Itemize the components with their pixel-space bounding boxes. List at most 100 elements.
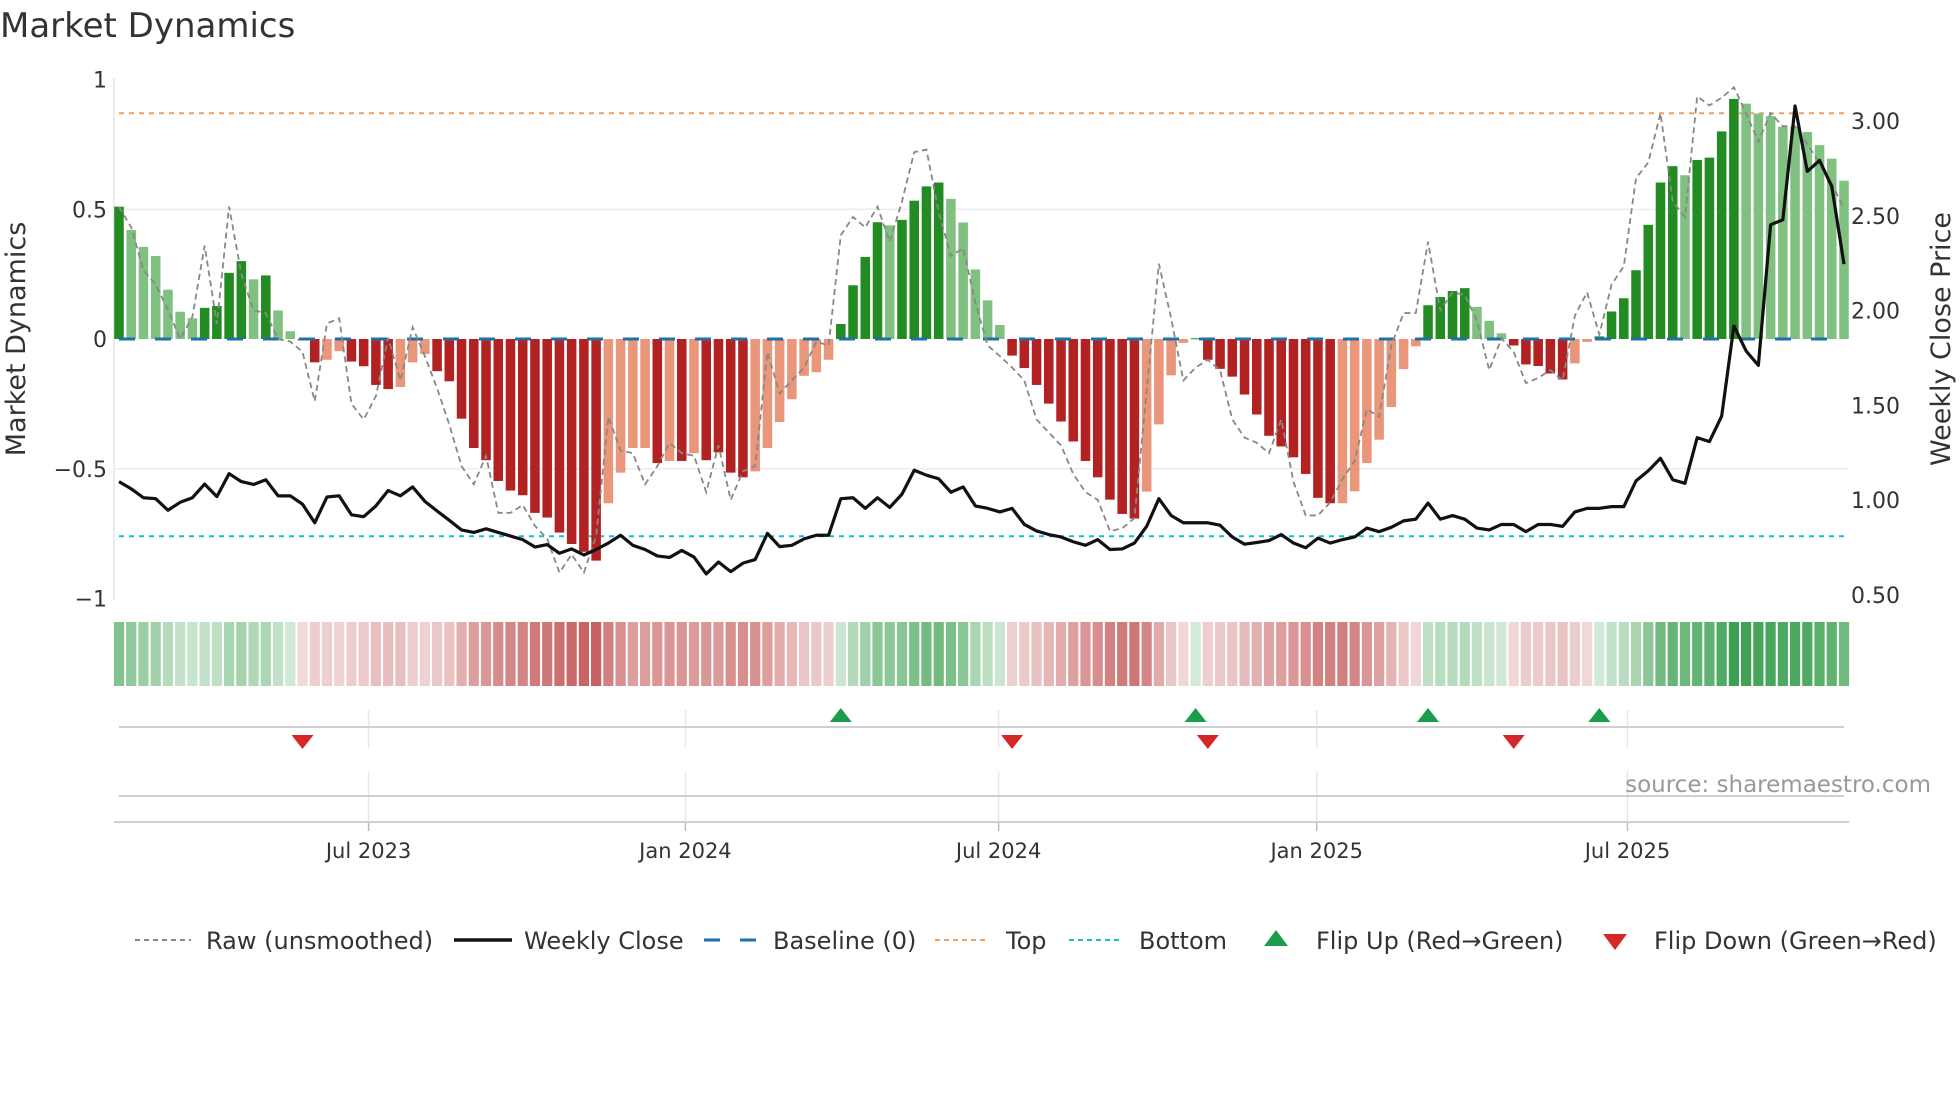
bar	[738, 339, 748, 478]
heatmap-cell	[823, 622, 834, 686]
bar	[493, 339, 504, 481]
heatmap-cell	[1043, 622, 1054, 686]
legend-flip-down-icon	[1603, 934, 1627, 950]
bar	[285, 331, 296, 339]
heatmap-cell	[1006, 622, 1018, 686]
heatmap-cell	[1545, 622, 1556, 686]
bar	[1117, 339, 1127, 514]
heatmap-cell	[1704, 622, 1715, 686]
right-tick-label: 1.50	[1851, 394, 1900, 419]
heatmap-cell	[1520, 622, 1532, 686]
heatmap-cell	[1471, 622, 1483, 686]
heatmap-cell	[1019, 622, 1030, 686]
heatmap-cell	[909, 622, 920, 686]
legend-flip-up-icon	[1264, 930, 1288, 946]
heatmap-cell	[285, 622, 296, 686]
heatmap-cell	[517, 622, 528, 686]
x-tick-label: Jul 2024	[954, 839, 1041, 863]
bar	[897, 219, 907, 339]
heatmap-cell	[627, 622, 638, 686]
heatmap-cell	[970, 622, 981, 686]
heatmap-cell	[835, 622, 846, 686]
heatmap-cell	[1202, 622, 1213, 686]
bar	[872, 222, 883, 339]
heatmap-cell	[1459, 622, 1470, 686]
heatmap-cell	[1838, 622, 1850, 686]
bar	[1203, 339, 1213, 360]
bar	[1643, 224, 1654, 339]
bar	[1741, 103, 1751, 339]
bar	[787, 339, 797, 400]
heatmap-cell	[1239, 622, 1250, 686]
bar	[664, 339, 675, 461]
heatmap-cell	[1129, 622, 1140, 686]
bar	[982, 300, 993, 339]
heatmap-cell	[431, 622, 443, 686]
heatmap-cell	[676, 622, 687, 686]
bar	[273, 310, 283, 339]
bar	[1105, 339, 1115, 500]
x-tick-label: Jan 2024	[637, 839, 732, 863]
heatmap-cell	[1312, 622, 1324, 686]
legend-label: Top	[1005, 927, 1047, 955]
flip-down-marker	[1196, 735, 1219, 749]
heatmap-cell	[358, 622, 369, 686]
bar	[1447, 290, 1458, 339]
bar	[456, 339, 467, 419]
left-axis-label: Market Dynamics	[1, 222, 32, 457]
heatmap-cell	[370, 622, 382, 686]
heatmap-cell	[260, 622, 271, 686]
heatmap-cell	[309, 622, 320, 686]
heatmap-cell	[1288, 622, 1299, 686]
bar	[615, 339, 626, 473]
heatmap-cell	[884, 622, 895, 686]
heatmap-cell	[187, 622, 198, 686]
bar	[432, 339, 442, 372]
heatmap-cell	[113, 622, 125, 686]
bar	[921, 186, 932, 339]
heatmap-cell	[1361, 622, 1372, 686]
market-dynamics-chart: 10.50−0.5−13.002.502.001.501.000.50Marke…	[1, 69, 1957, 956]
heatmap-cell	[713, 622, 724, 686]
bar	[1313, 339, 1323, 498]
bar	[199, 307, 210, 339]
heatmap-cell	[383, 622, 394, 686]
heatmap-cell	[1190, 622, 1201, 686]
right-tick-label: 3.00	[1851, 110, 1900, 135]
heatmap-cell	[1068, 622, 1079, 686]
bar	[163, 289, 173, 339]
right-tick-label: 2.00	[1851, 300, 1900, 325]
bar	[224, 272, 234, 339]
heatmap-cell	[223, 622, 235, 686]
bar	[1092, 339, 1103, 478]
heatmap-cell	[896, 622, 908, 686]
bar	[1521, 339, 1531, 365]
heatmap-cell	[701, 622, 712, 686]
heatmap-cell	[615, 622, 626, 686]
heatmap-cell	[578, 622, 590, 686]
bar	[774, 339, 785, 423]
bar	[1031, 339, 1042, 385]
heatmap-cell	[1398, 622, 1409, 686]
legend-label: Raw (unsmoothed)	[206, 927, 433, 955]
bar	[1545, 339, 1556, 374]
bar	[187, 318, 198, 339]
bar	[933, 182, 944, 339]
heatmap-cell	[1679, 622, 1691, 686]
heatmap-cell	[1618, 622, 1629, 686]
bar	[946, 198, 956, 339]
heatmap-cell	[982, 622, 993, 686]
bar	[1778, 126, 1788, 339]
bar	[1790, 126, 1800, 339]
heatmap-cell	[419, 622, 430, 686]
bar	[1533, 339, 1543, 366]
heatmap-cell	[444, 622, 455, 686]
heatmap-cell	[1484, 622, 1495, 686]
bar	[236, 261, 247, 339]
bar	[1080, 339, 1091, 461]
heatmap-cell	[811, 622, 822, 686]
bar	[261, 275, 271, 339]
heatmap-cell	[1630, 622, 1642, 686]
heatmap-cell	[493, 622, 504, 686]
bar	[1435, 296, 1446, 339]
